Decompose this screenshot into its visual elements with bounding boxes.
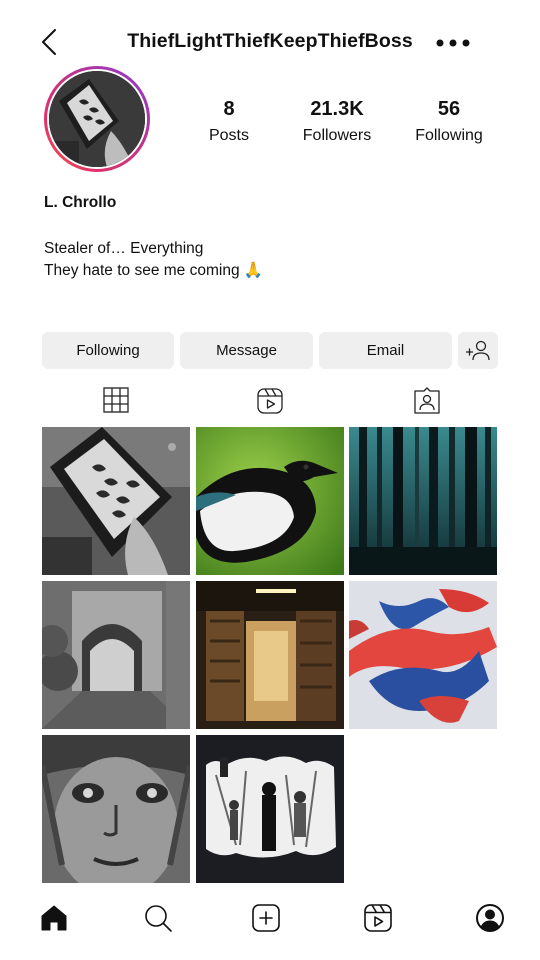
- profile-tabs: [0, 386, 540, 416]
- followers-label: Followers: [302, 127, 372, 144]
- grid-post-portrait[interactable]: [42, 735, 190, 883]
- bottom-navigation: [0, 890, 540, 950]
- posts-count: 8: [223, 98, 235, 120]
- top-bar: ThiefLightThiefKeepThiefBoss: [0, 18, 540, 68]
- stat-posts[interactable]: 8 Posts: [169, 98, 289, 145]
- grid-post-magpie[interactable]: [196, 427, 344, 575]
- more-options-button[interactable]: [434, 34, 474, 52]
- add-user-button[interactable]: [458, 332, 498, 369]
- home-icon: [41, 905, 67, 931]
- email-button[interactable]: Email: [319, 332, 452, 369]
- tab-tagged[interactable]: [412, 386, 442, 416]
- bio-line: Stealer of… Everything: [44, 240, 204, 257]
- stat-followers[interactable]: 21.3K Followers: [277, 98, 397, 145]
- bio: Stealer of… Everything They hate to see …: [44, 238, 263, 282]
- nav-create[interactable]: [250, 902, 282, 934]
- reels-icon: [257, 388, 283, 414]
- reels-icon: [364, 904, 392, 932]
- grid-post-forest[interactable]: [349, 427, 497, 575]
- tab-reels[interactable]: [255, 386, 285, 416]
- grid-post-archway[interactable]: [42, 581, 190, 729]
- create-icon: [252, 904, 280, 932]
- grid-post-manga-panel[interactable]: [196, 735, 344, 883]
- following-count: 56: [437, 98, 461, 120]
- profile-icon: [476, 904, 504, 932]
- bio-line: They hate to see me coming 🙏: [44, 262, 264, 279]
- nav-home[interactable]: [38, 902, 70, 934]
- grid-post-book[interactable]: [42, 427, 190, 575]
- more-horizontal-icon: [436, 39, 470, 47]
- search-icon: [145, 905, 172, 932]
- tagged-icon: [414, 387, 440, 414]
- following-label: Following: [415, 127, 483, 144]
- following-button[interactable]: Following: [42, 332, 174, 369]
- followers-count: 21.3K: [310, 98, 364, 120]
- grid-icon: [103, 387, 129, 413]
- display-name: L. Chrollo: [44, 194, 117, 211]
- avatar-story-ring[interactable]: [44, 66, 150, 172]
- nav-reels[interactable]: [362, 902, 394, 934]
- message-button[interactable]: Message: [180, 332, 313, 369]
- tab-grid[interactable]: [102, 386, 132, 416]
- grid-post-warehouse[interactable]: [196, 581, 344, 729]
- nav-search[interactable]: [142, 902, 174, 934]
- nav-profile[interactable]: [474, 902, 506, 934]
- add-user-icon: [466, 340, 490, 360]
- stat-following[interactable]: 56 Following: [389, 98, 509, 145]
- grid-post-paint-hands[interactable]: [349, 581, 497, 729]
- posts-label: Posts: [208, 127, 249, 144]
- avatar: [47, 69, 147, 169]
